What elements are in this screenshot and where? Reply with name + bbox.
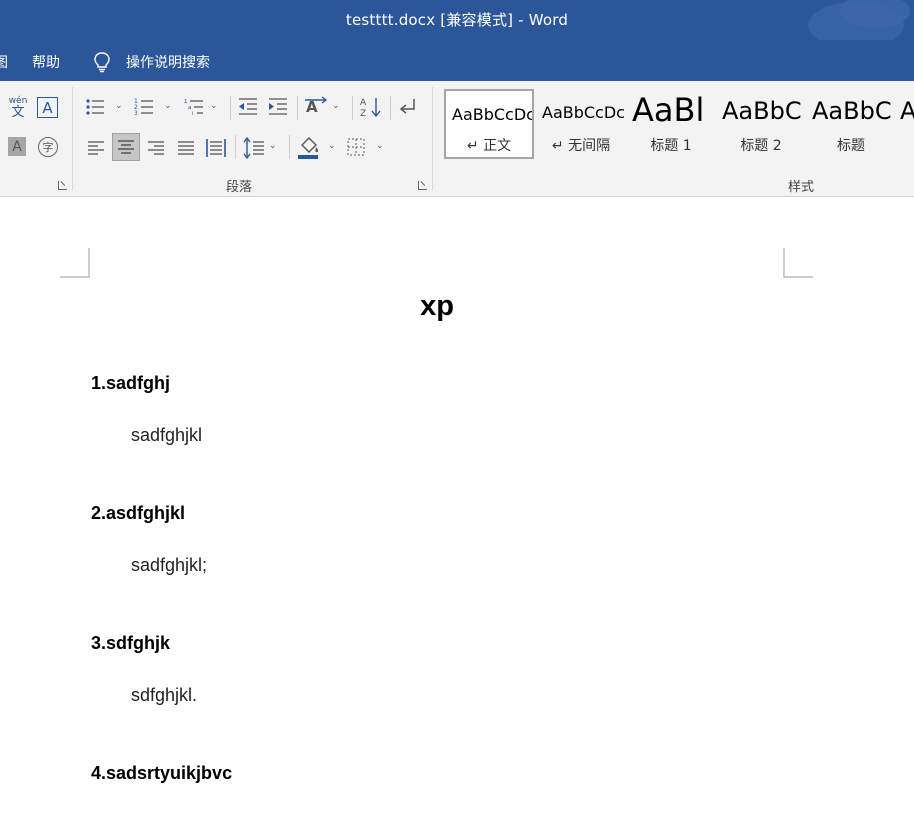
- separator: [289, 135, 290, 159]
- chevron-down-icon[interactable]: ⌄: [269, 141, 277, 151]
- separator: [235, 135, 236, 159]
- decrease-indent-icon: [239, 98, 257, 115]
- section-body[interactable]: sdfghjkl.: [131, 685, 197, 706]
- style-sample: AaBbCcDc: [452, 105, 532, 124]
- section-heading[interactable]: 4.sadsrtyuikjbvc: [91, 763, 232, 784]
- style-heading-2[interactable]: AaBbC 标题 2: [716, 89, 806, 159]
- tell-me-search[interactable]: 操作说明搜索: [126, 52, 210, 72]
- increase-indent-button[interactable]: [267, 96, 289, 118]
- align-left-icon: [88, 141, 104, 155]
- document-page[interactable]: xp 1.sadfghj sadfghjkl 2.asdfghjkl sadfg…: [0, 198, 914, 818]
- style-no-spacing[interactable]: AaBbCcDc ↵ 无间隔: [536, 89, 626, 159]
- style-title[interactable]: AaBbC 标题: [806, 89, 896, 159]
- text-direction-icon: A: [305, 96, 328, 116]
- window-title: testttt.docx [兼容模式] - Word: [345, 11, 569, 29]
- borders-button[interactable]: [345, 136, 367, 158]
- numbering-icon: 1 2 3: [134, 98, 153, 117]
- svg-text:A: A: [360, 98, 367, 108]
- style-sample: A: [900, 97, 914, 125]
- separator: [230, 96, 231, 120]
- styles-gallery: AaBbCcDc ↵ 正文 AaBbCcDc ↵ 无间隔 AaBl 标题 1 A…: [444, 89, 914, 159]
- style-sample: AaBbC: [722, 97, 802, 125]
- paragraph-dialog-launcher[interactable]: [418, 181, 427, 190]
- svg-text:3: 3: [134, 110, 138, 117]
- style-heading-1[interactable]: AaBl 标题 1: [626, 89, 716, 159]
- align-left-button[interactable]: [85, 137, 107, 159]
- character-border-button[interactable]: A: [37, 97, 58, 118]
- svg-text:i: i: [192, 111, 194, 117]
- align-right-button[interactable]: [145, 137, 167, 159]
- decrease-indent-button[interactable]: [237, 96, 259, 118]
- style-name: 标题 1: [650, 138, 692, 154]
- distributed-button[interactable]: [205, 137, 227, 159]
- tab-partial[interactable]: 图: [0, 52, 8, 72]
- font-dialog-launcher[interactable]: [58, 181, 67, 190]
- separator: [352, 96, 353, 120]
- section-heading[interactable]: 1.sadfghj: [91, 373, 170, 394]
- chinese-layout-button[interactable]: A: [304, 96, 328, 118]
- align-center-icon: [118, 140, 134, 154]
- style-sample: AaBbCcDc: [542, 103, 625, 122]
- bullets-button[interactable]: [84, 96, 106, 118]
- title-bar: testttt.docx [兼容模式] - Word: [0, 0, 914, 40]
- shading-button[interactable]: [296, 135, 322, 161]
- document-title[interactable]: xp: [0, 290, 874, 323]
- margin-corner-top-right: [783, 248, 813, 278]
- enclose-characters-button[interactable]: 字: [38, 137, 58, 157]
- character-shading-button[interactable]: A: [8, 137, 26, 156]
- style-name: ↵ 无间隔: [551, 138, 611, 154]
- section-body[interactable]: sadfghjkl: [131, 425, 202, 446]
- separator: [390, 96, 391, 120]
- phonetic-guide-char: 文: [11, 104, 25, 120]
- align-right-icon: [148, 141, 164, 155]
- phonetic-guide-button[interactable]: wén 文: [6, 95, 30, 121]
- style-name: 标题: [837, 138, 865, 154]
- show-formatting-marks-button[interactable]: [396, 96, 418, 118]
- chevron-down-icon[interactable]: ⌄: [164, 101, 172, 111]
- chevron-down-icon[interactable]: ⌄: [376, 141, 384, 151]
- paint-bucket-icon: [298, 137, 318, 159]
- multilevel-list-button[interactable]: 1 a i: [183, 96, 205, 118]
- align-center-button[interactable]: [112, 133, 140, 161]
- style-sample: AaBl: [632, 91, 705, 129]
- increase-indent-icon: [269, 98, 287, 115]
- style-normal[interactable]: AaBbCcDc ↵ 正文: [444, 89, 534, 159]
- chevron-down-icon[interactable]: ⌄: [210, 101, 218, 111]
- separator: [297, 96, 298, 120]
- lightbulb-icon[interactable]: [92, 51, 112, 73]
- sort-icon: A Z: [360, 98, 381, 119]
- sort-button[interactable]: A Z: [359, 95, 383, 119]
- justify-icon: [178, 141, 194, 155]
- borders-icon: [347, 138, 365, 156]
- chevron-down-icon[interactable]: ⌄: [328, 141, 336, 151]
- paragraph-mark-icon: [399, 99, 415, 114]
- justify-button[interactable]: [175, 137, 197, 159]
- section-heading[interactable]: 3.sdfghjk: [91, 633, 170, 654]
- style-name: ↵ 正文: [466, 138, 512, 154]
- margin-corner-top-left: [60, 248, 90, 278]
- ribbon-group-separator: [72, 87, 73, 191]
- ribbon-tabs: 图 帮助 操作说明搜索: [0, 40, 914, 81]
- numbering-button[interactable]: 1 2 3: [133, 96, 155, 118]
- ribbon-group-separator: [432, 87, 433, 191]
- section-body[interactable]: sadfghjkl;: [131, 555, 207, 576]
- line-spacing-icon: [243, 136, 264, 160]
- svg-text:Z: Z: [360, 109, 366, 119]
- style-sample: AaBbC: [812, 97, 892, 125]
- distributed-icon: [206, 139, 226, 157]
- svg-text:a: a: [188, 105, 191, 111]
- chevron-down-icon[interactable]: ⌄: [115, 101, 123, 111]
- paragraph-group-label: 段落: [226, 180, 253, 195]
- multilevel-list-icon: 1 a i: [184, 99, 203, 117]
- bullets-icon: [86, 99, 104, 115]
- style-name: 标题 2: [740, 138, 782, 154]
- chevron-down-icon[interactable]: ⌄: [332, 101, 340, 111]
- line-spacing-button[interactable]: [242, 136, 266, 160]
- styles-group-label: 样式: [788, 180, 815, 195]
- section-heading[interactable]: 2.asdfghjkl: [91, 503, 185, 524]
- ribbon: wén 文 A A 字 ⌄ 1 2 3 ⌄ 1 a i ⌄ A ⌄ A Z ⌄ …: [0, 81, 914, 197]
- svg-text:1: 1: [184, 99, 188, 105]
- tab-help[interactable]: 帮助: [32, 52, 60, 72]
- style-subtitle[interactable]: A: [896, 89, 914, 159]
